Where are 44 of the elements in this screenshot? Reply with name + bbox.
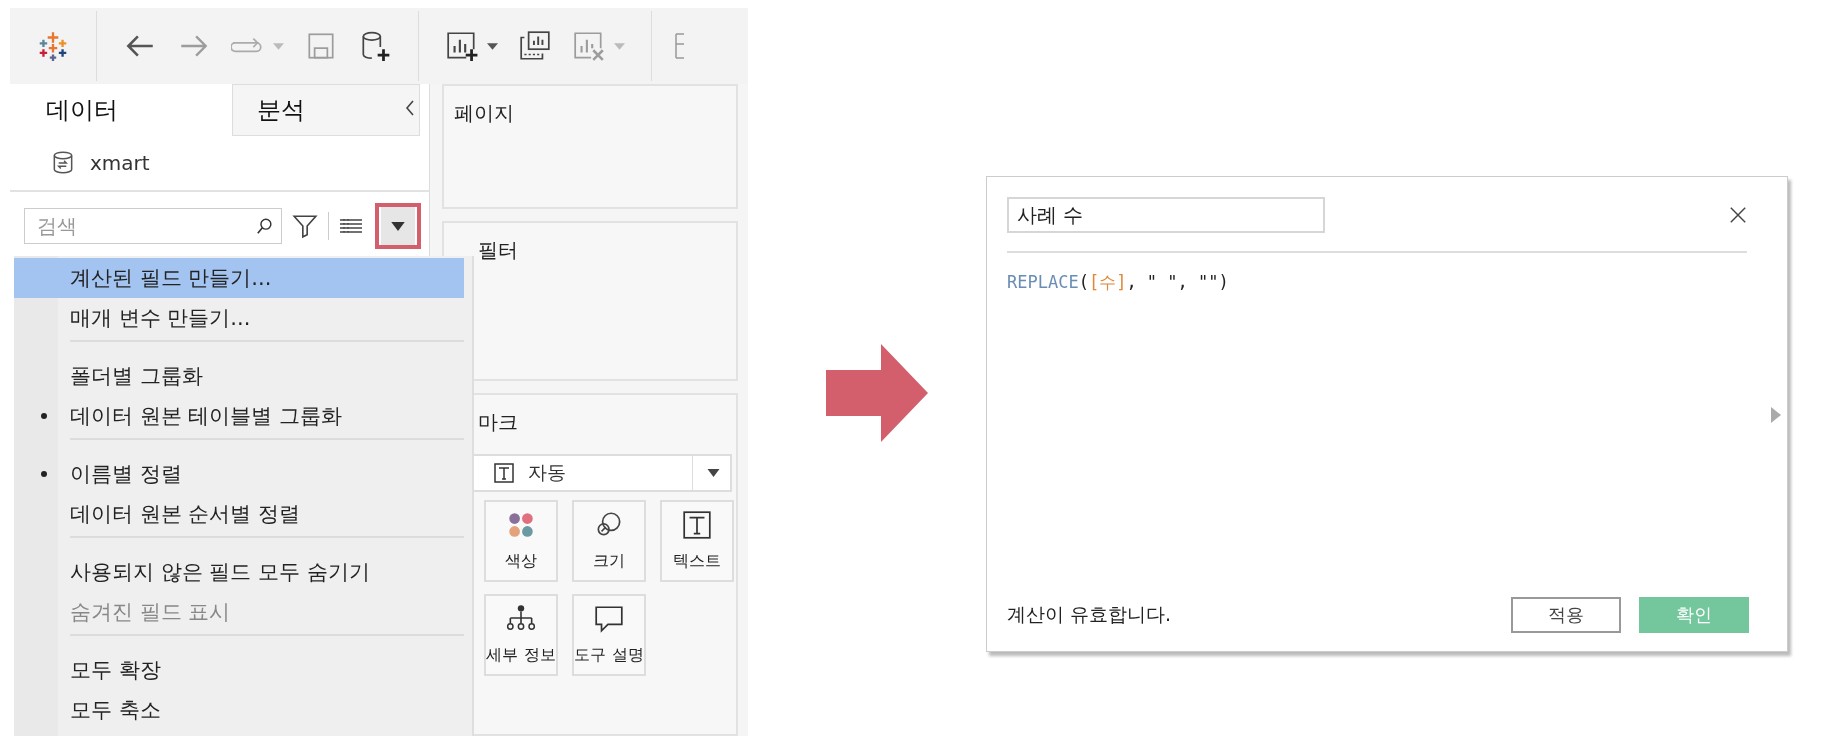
caret-icon[interactable]: [487, 42, 498, 50]
menu-item[interactable]: 데이터 원본 테이블별 그룹화: [14, 396, 464, 436]
tile-label: 크기: [593, 551, 625, 572]
tile-label: 색상: [505, 551, 537, 572]
formula-editor[interactable]: REPLACE([수], " ", ""): [1007, 253, 1767, 597]
filter-icon[interactable]: [292, 213, 318, 239]
tile-label: 텍스트: [673, 551, 721, 572]
card-title: 페이지: [454, 101, 514, 125]
menu-item[interactable]: 폴더별 그룹화: [14, 356, 464, 396]
name-field[interactable]: 사례 수: [1007, 197, 1325, 233]
panel-tab[interactable]: 분석: [232, 84, 420, 136]
chart-plus-icon[interactable]: [445, 29, 479, 63]
mark-type-label: 자동: [528, 460, 567, 485]
card-title: 마크: [478, 409, 519, 436]
formula-text: REPLACE([수], " ", ""): [1007, 272, 1229, 292]
apply-button[interactable]: 적용: [1511, 597, 1621, 633]
tile-label: 세부 정보: [486, 645, 556, 666]
mark-tile[interactable]: 텍스트: [660, 500, 734, 582]
menu-item[interactable]: 모두 확장: [14, 650, 464, 690]
collapse-icon[interactable]: [405, 100, 415, 116]
caret-icon: [391, 221, 405, 231]
mark-tile[interactable]: 도구 설명: [572, 594, 646, 676]
search-icon: [256, 217, 274, 235]
datasource-name[interactable]: xmart: [90, 151, 150, 175]
mark-tile[interactable]: 색상: [484, 500, 558, 582]
card-title: 필터: [478, 238, 518, 262]
speech-bubble-icon: [593, 604, 625, 634]
menu-item[interactable]: 데이터 원본 순서별 정렬: [14, 494, 464, 534]
close-icon[interactable]: [1729, 206, 1747, 224]
menu-item[interactable]: 매개 변수 만들기...: [14, 298, 464, 338]
search-field[interactable]: 검색: [24, 208, 282, 244]
mark-tile[interactable]: 세부 정보: [484, 594, 558, 676]
menu-item[interactable]: 계산된 필드 만들기...: [14, 258, 464, 298]
status-message: 계산이 유효합니다.: [1007, 602, 1172, 627]
menu-item[interactable]: 사용되지 않은 필드 모두 숨기기: [14, 552, 464, 592]
menu-dropdown-button[interactable]: [381, 207, 415, 245]
menu-item[interactable]: 이름별 정렬: [14, 454, 464, 494]
caret-icon: [707, 469, 720, 477]
tile-label: 도구 설명: [574, 645, 644, 666]
menu-item[interactable]: 모두 축소: [14, 690, 464, 730]
list-view-icon[interactable]: [339, 218, 363, 234]
text-icon: [494, 463, 514, 483]
mark-tile[interactable]: 크기: [572, 500, 646, 582]
text-icon: [681, 510, 713, 540]
